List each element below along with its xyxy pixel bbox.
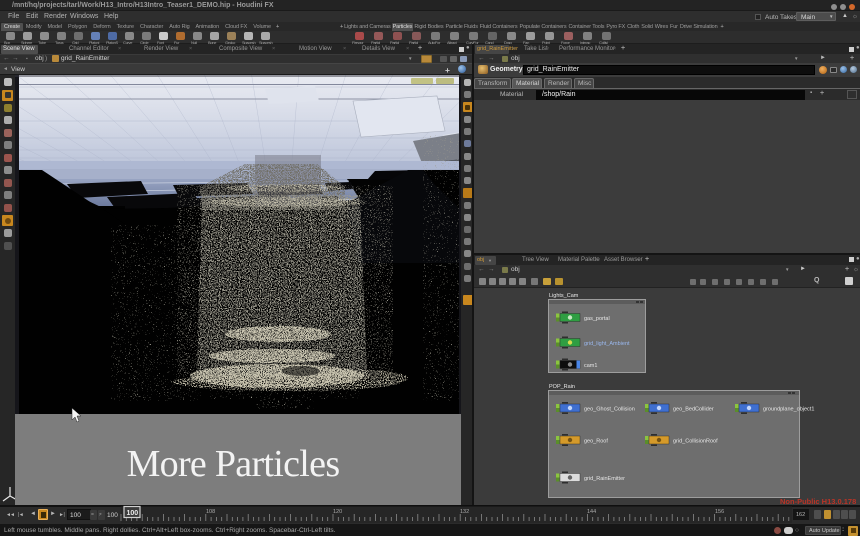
svg-text:Lights_Cam: Lights_Cam bbox=[549, 293, 579, 299]
svg-text:geo_BedCollider: geo_BedCollider bbox=[673, 407, 714, 413]
svg-text:132: 132 bbox=[460, 509, 469, 515]
svg-text:groundplane_object1: groundplane_object1 bbox=[763, 407, 814, 413]
svg-text:geo_Roof: geo_Roof bbox=[584, 439, 608, 445]
svg-text:156: 156 bbox=[715, 509, 724, 515]
svg-text:geo_Ghost_Collision: geo_Ghost_Collision bbox=[584, 407, 635, 413]
svg-text:gas_portal: gas_portal bbox=[584, 316, 610, 322]
svg-text:108: 108 bbox=[206, 509, 215, 515]
svg-text:120: 120 bbox=[333, 509, 342, 515]
svg-text:144: 144 bbox=[587, 509, 596, 515]
svg-text:cam1: cam1 bbox=[584, 363, 597, 369]
svg-text:POP_Rain: POP_Rain bbox=[549, 384, 575, 390]
svg-text:100: 100 bbox=[127, 510, 139, 517]
svg-text:grid_RainEmitter: grid_RainEmitter bbox=[584, 476, 625, 482]
svg-text:grid_CollisionRoof: grid_CollisionRoof bbox=[673, 439, 718, 445]
svg-text:grid_light_Ambient: grid_light_Ambient bbox=[584, 341, 630, 347]
svg-text:More Particles: More Particles bbox=[127, 443, 340, 485]
